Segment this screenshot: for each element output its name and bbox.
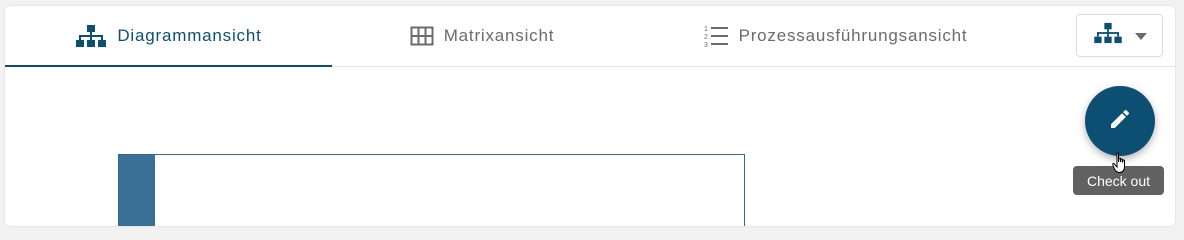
hierarchy-icon <box>75 24 107 48</box>
numbered-list-icon: 1 2 3 <box>703 24 729 48</box>
view-card: Diagrammansicht Matrixansicht 1 2 3 Proz… <box>5 6 1175 226</box>
tab-matrix-view[interactable]: Matrixansicht <box>332 6 632 66</box>
diagram-element-stripe <box>119 155 155 226</box>
grid-icon <box>410 26 434 46</box>
svg-text:1: 1 <box>704 26 709 33</box>
diagram-element[interactable] <box>118 154 745 226</box>
tab-diagram-view[interactable]: Diagrammansicht <box>5 6 332 67</box>
svg-text:3: 3 <box>704 42 709 48</box>
tab-diagram-label: Diagrammansicht <box>117 26 262 45</box>
chevron-down-icon <box>1134 27 1147 45</box>
tab-matrix-label: Matrixansicht <box>443 26 555 45</box>
pencil-icon <box>1108 107 1132 136</box>
tab-process-execution-view[interactable]: 1 2 3 Prozessausführungsansicht <box>665 6 1005 66</box>
view-tabbar: Diagrammansicht Matrixansicht 1 2 3 Proz… <box>5 6 1175 67</box>
edit-fab-button[interactable] <box>1085 86 1155 156</box>
tab-process-label: Prozessausführungsansicht <box>738 26 968 45</box>
hierarchy-icon <box>1093 22 1123 49</box>
svg-text:2: 2 <box>704 34 709 41</box>
hand-cursor-icon <box>1112 152 1130 179</box>
view-selector-dropdown[interactable] <box>1076 14 1163 57</box>
